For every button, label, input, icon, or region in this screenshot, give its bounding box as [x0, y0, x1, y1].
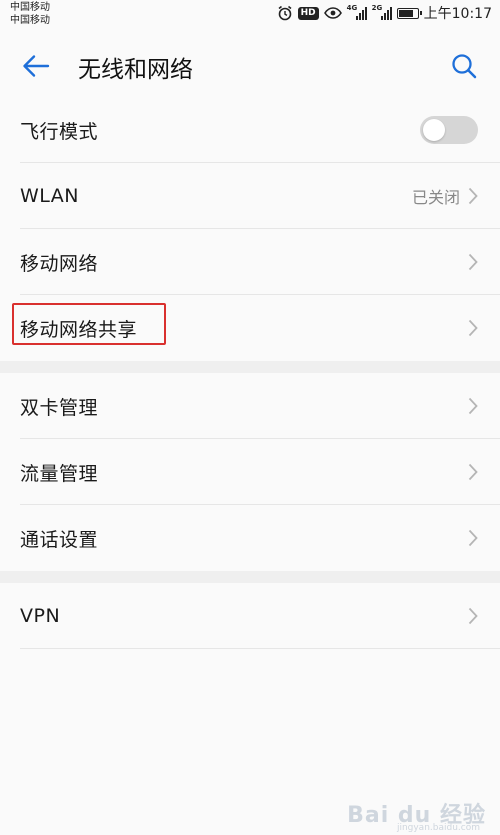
- arrow-left-icon: [23, 55, 50, 77]
- airplane-mode-row[interactable]: 飞行模式: [0, 97, 500, 163]
- settings-group-sim: 双卡管理 流量管理 通话设置: [0, 373, 500, 571]
- settings-group-vpn: VPN: [0, 583, 500, 649]
- chevron-right-icon: [468, 463, 478, 481]
- toggle-knob: [423, 119, 445, 141]
- call-settings-label: 通话设置: [20, 528, 99, 551]
- app-header: 无线和网络: [0, 28, 500, 100]
- baidu-watermark-url: jingyan.baidu.com: [396, 823, 480, 833]
- search-button[interactable]: [446, 48, 482, 84]
- wlan-label: WLAN: [20, 185, 80, 207]
- signal-2-icon: 2G: [371, 4, 392, 20]
- chevron-right-icon: [468, 529, 478, 547]
- chevron-right-icon: [468, 253, 478, 271]
- chevron-right-icon: [468, 397, 478, 415]
- highlight-annotation-box: [12, 303, 166, 345]
- mobile-network-row[interactable]: 移动网络: [0, 229, 500, 295]
- data-usage-label: 流量管理: [20, 462, 99, 485]
- status-bar: 中国移动 中国移动 HD 4G 2G 上午10:17: [0, 0, 500, 28]
- airplane-mode-label: 飞行模式: [20, 120, 99, 143]
- data-usage-row[interactable]: 流量管理: [0, 439, 500, 505]
- search-icon: [452, 54, 477, 79]
- status-icons: HD 4G 2G 上午10:17: [277, 3, 492, 23]
- wlan-status-value: 已关闭: [411, 188, 460, 207]
- call-settings-row[interactable]: 通话设置: [0, 505, 500, 571]
- alarm-icon: [277, 5, 293, 21]
- mobile-network-label: 移动网络: [20, 252, 99, 275]
- carrier-1-label: 中国移动: [10, 2, 50, 13]
- network-1-type: 4G: [346, 4, 358, 12]
- chevron-right-icon: [468, 607, 478, 625]
- section-gap: [0, 571, 500, 583]
- signal-1-icon: 4G: [346, 4, 367, 20]
- dual-sim-row[interactable]: 双卡管理: [0, 373, 500, 439]
- eye-comfort-icon: [323, 6, 342, 20]
- dual-sim-label: 双卡管理: [20, 396, 99, 419]
- chevron-right-icon: [468, 187, 478, 205]
- divider: [20, 648, 500, 649]
- airplane-mode-toggle[interactable]: [420, 116, 478, 144]
- network-2-type: 2G: [371, 4, 383, 12]
- back-button[interactable]: [18, 48, 54, 84]
- page-title: 无线和网络: [78, 57, 193, 83]
- carrier-info: 中国移动 中国移动: [10, 1, 50, 27]
- wlan-row[interactable]: WLAN 已关闭: [0, 163, 500, 229]
- battery-icon: [396, 7, 422, 19]
- vpn-row[interactable]: VPN: [0, 583, 500, 649]
- chevron-right-icon: [468, 319, 478, 337]
- carrier-2-label: 中国移动: [10, 15, 50, 26]
- section-gap: [0, 361, 500, 373]
- status-time: 上午10:17: [423, 6, 492, 22]
- hd-voice-badge: HD: [297, 6, 319, 20]
- vpn-label: VPN: [20, 605, 61, 627]
